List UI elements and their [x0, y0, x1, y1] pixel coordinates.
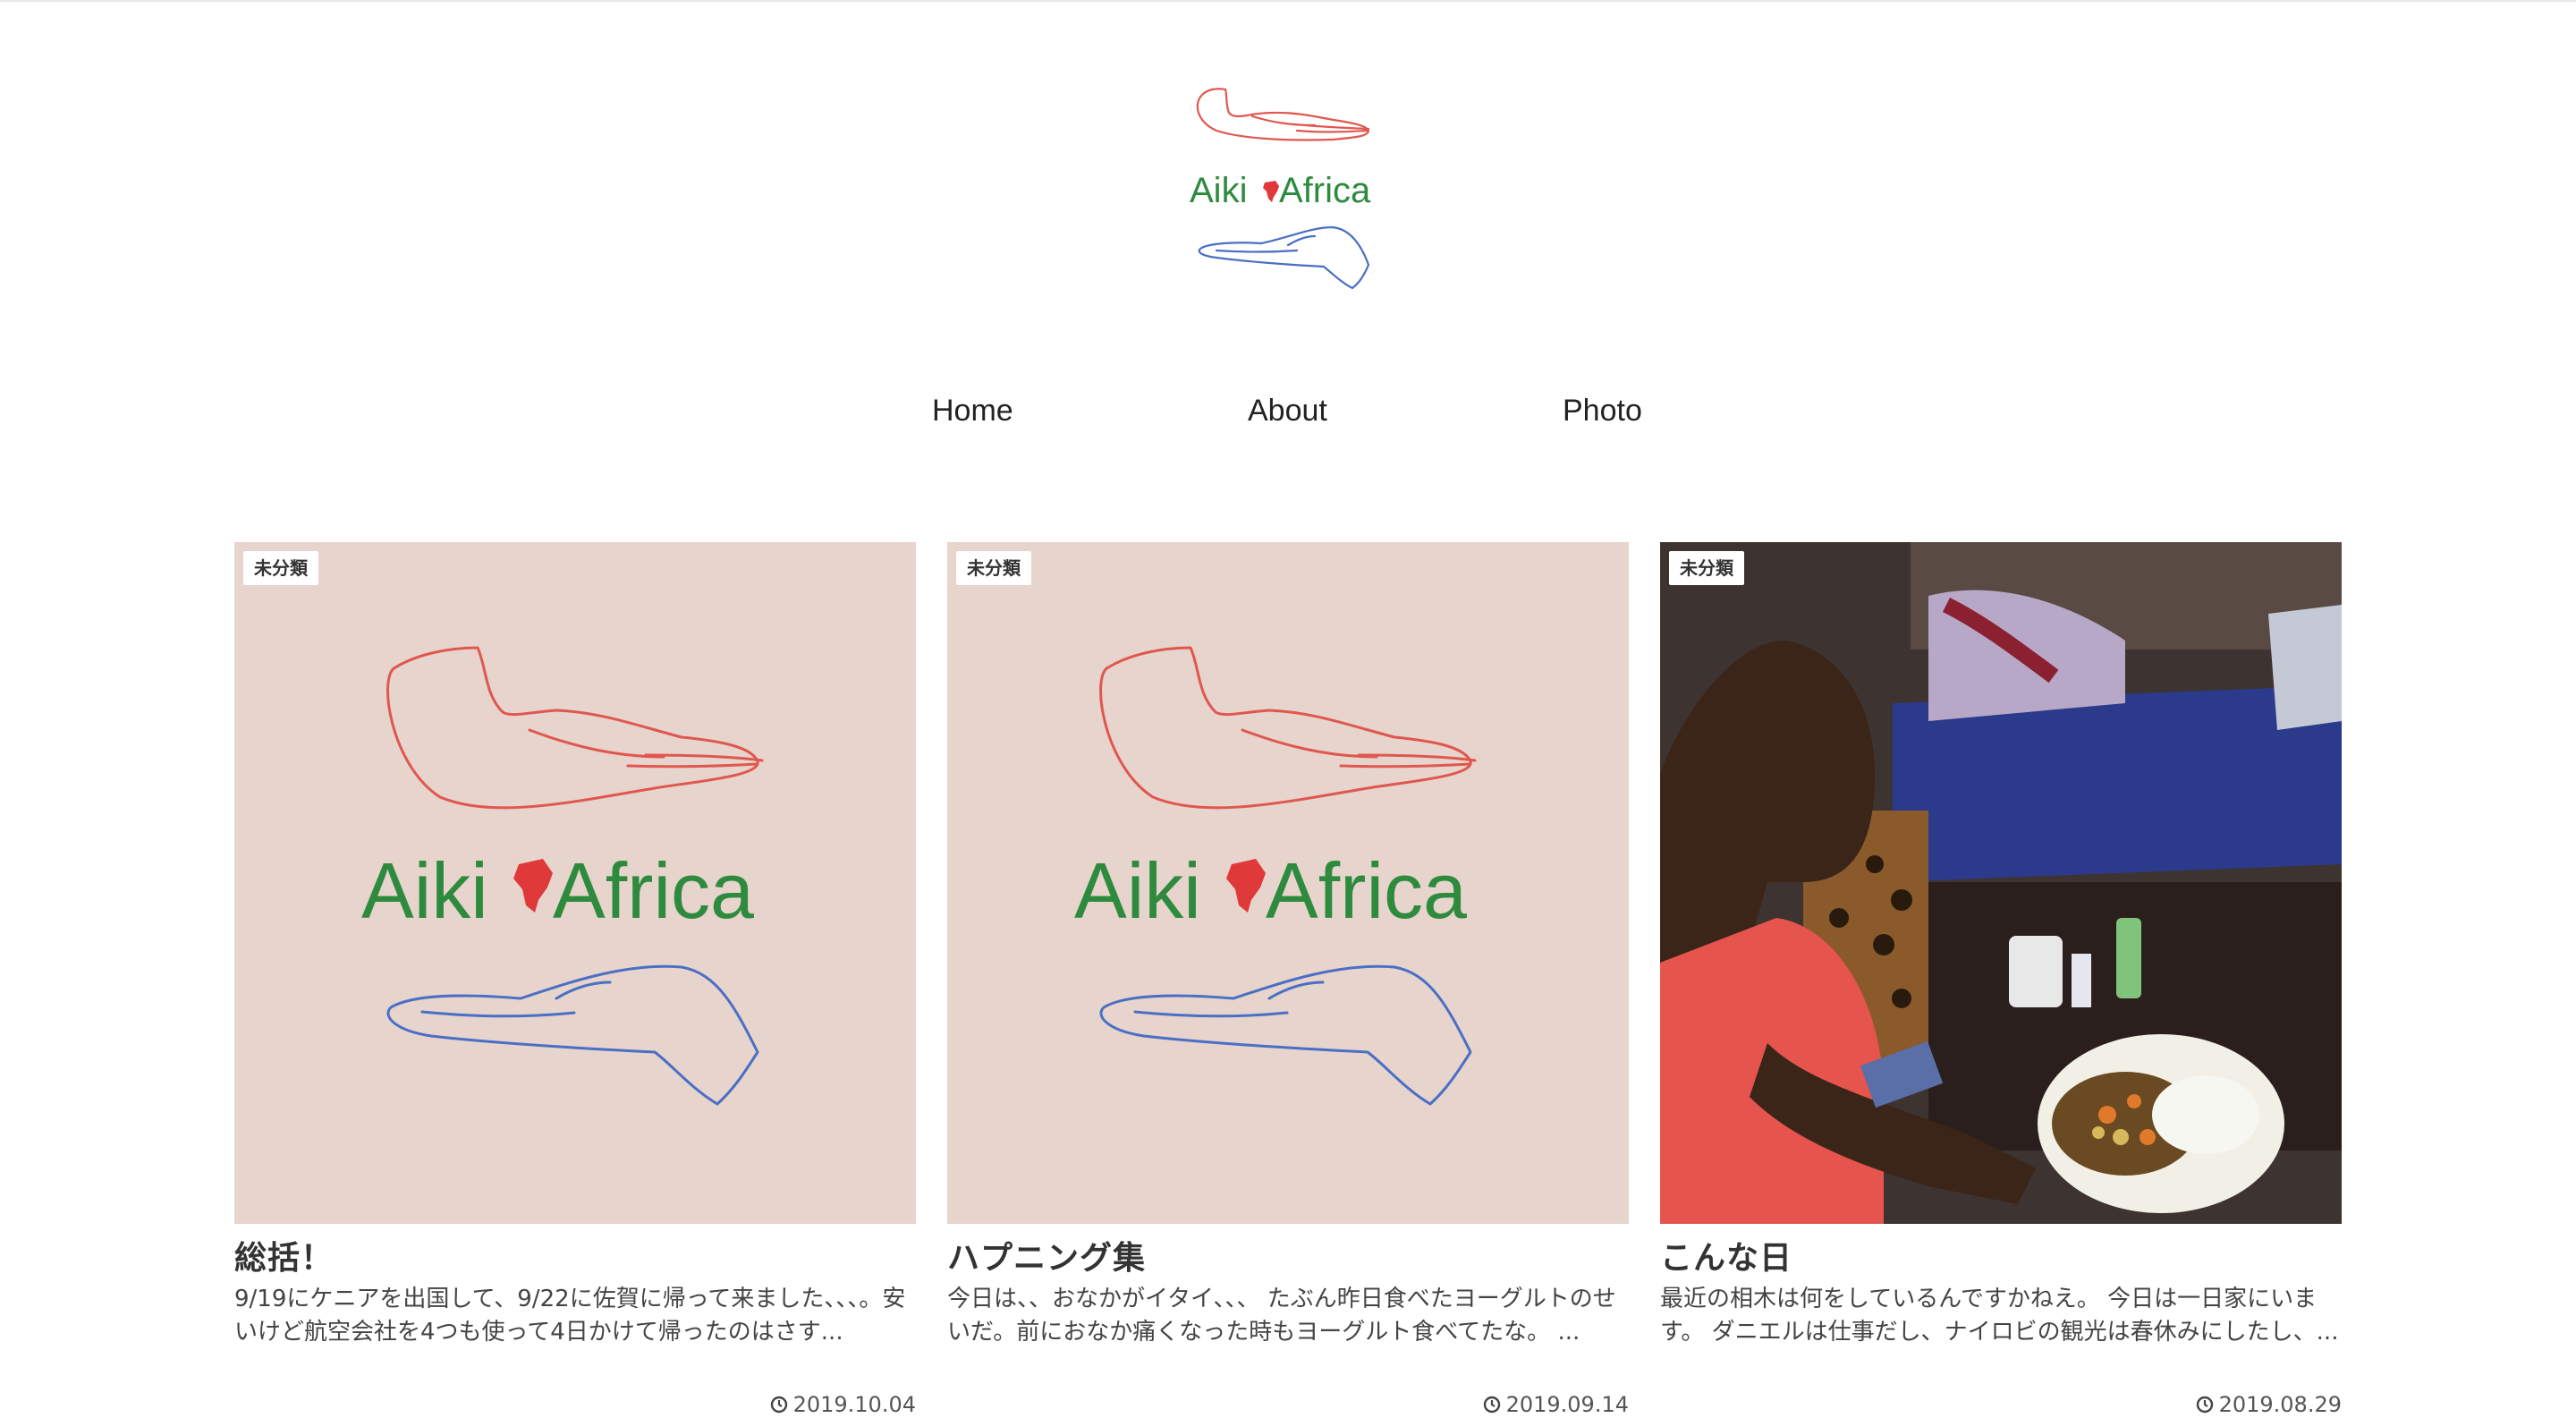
africa-map-icon	[1226, 859, 1266, 913]
post-thumbnail[interactable]: Aiki Africa 未分類	[947, 542, 1629, 1224]
logo-word-right: Africa	[1279, 171, 1371, 210]
nav-item-photo[interactable]: Photo	[1563, 394, 1642, 429]
post-thumbnail[interactable]: Aiki Africa 未分類	[234, 542, 916, 1224]
nav-item-about[interactable]: About	[1248, 394, 1327, 429]
post-title[interactable]: ハプニング集	[947, 1236, 1629, 1281]
upper-hand-icon	[1196, 88, 1370, 141]
logo-word-left: Aiki	[1190, 171, 1247, 210]
clock-icon	[770, 1396, 787, 1414]
lower-hand-icon	[1099, 964, 1472, 1106]
post-title[interactable]: こんな日	[1660, 1236, 2342, 1281]
post-excerpt: 今日は、、おなかがイタイ、、、 たぶん昨日食べたヨーグルトのせいだ。前におなか痛…	[947, 1286, 1616, 1346]
africa-map-icon	[513, 859, 553, 913]
post-excerpt: 最近の相木は何をしているんですかねえ。 今日は一日家にいます。 ダニエルは仕事だ…	[1660, 1286, 2339, 1346]
africa-map-icon	[1263, 181, 1279, 202]
logo-word-left: Aiki	[361, 846, 488, 935]
upper-hand-icon	[1099, 646, 1477, 810]
category-badge[interactable]: 未分類	[956, 551, 1031, 585]
nav-item-home[interactable]: Home	[932, 394, 1013, 429]
aiki-africa-logo-image: Aiki Africa	[361, 646, 764, 1106]
upper-hand-icon	[386, 646, 764, 810]
post-card[interactable]: 未分類 こんな日 最近の相木は何をしているんですかねえ。 今日は一日家にいます。…	[1660, 542, 2342, 1418]
post-excerpt: 9/19にケニアを出国して、9/22に佐賀に帰って来ました、、、。安いけど航空会…	[234, 1286, 906, 1346]
post-date-text: 2019.09.14	[1505, 1392, 1629, 1417]
clock-icon	[1483, 1396, 1500, 1414]
category-badge[interactable]: 未分類	[243, 551, 318, 585]
post-card[interactable]: Aiki Africa 未分類 総括！ 9/19にケニアを出国して、9/22に佐…	[234, 542, 916, 1418]
aiki-africa-logo-image: Aiki Africa	[1074, 646, 1477, 1106]
post-date-text: 2019.10.04	[792, 1392, 916, 1417]
logo-word-right: Africa	[1266, 846, 1467, 935]
post-date: 2019.08.29	[1660, 1391, 2342, 1418]
lower-hand-icon	[386, 964, 759, 1106]
site-logo[interactable]: Aiki Africa	[1190, 86, 1395, 301]
post-title[interactable]: 総括！	[234, 1236, 916, 1281]
logo-word-left: Aiki	[1074, 846, 1201, 935]
lower-hand-icon	[1198, 225, 1370, 290]
post-date: 2019.10.04	[234, 1391, 916, 1418]
photo-man-eating-curry	[1660, 542, 2342, 1224]
top-border	[0, 0, 2576, 2]
logo-word-right: Africa	[553, 846, 754, 935]
clock-icon	[2196, 1396, 2213, 1414]
category-badge[interactable]: 未分類	[1669, 551, 1744, 585]
post-thumbnail[interactable]: 未分類	[1660, 542, 2342, 1224]
post-date: 2019.09.14	[947, 1391, 1629, 1418]
post-card[interactable]: Aiki Africa 未分類 ハプニング集 今日は、、おなかがイタイ、、、 た…	[947, 542, 1629, 1418]
site-logo-graphic: Aiki Africa	[1190, 88, 1371, 290]
post-date-text: 2019.08.29	[2218, 1392, 2342, 1417]
